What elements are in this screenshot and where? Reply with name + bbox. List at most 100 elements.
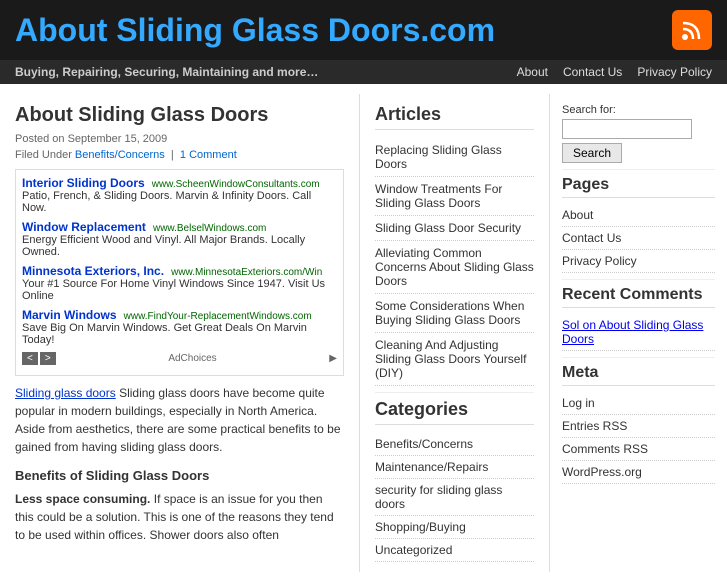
nav-about[interactable]: About [517, 65, 548, 79]
middle-column: Articles Replacing Sliding Glass Doors W… [360, 94, 550, 572]
ad-url-4: www.FindYour-ReplacementWindows.com [124, 311, 312, 322]
list-item: Contact Us [562, 227, 715, 250]
ad-link-3[interactable]: Minnesota Exteriors, Inc. [22, 264, 164, 278]
category-link[interactable]: Benefits/Concerns [75, 149, 165, 161]
list-item: Comments RSS [562, 438, 715, 461]
ad-desc-1: Patio, French, & Sliding Doors. Marvin &… [22, 190, 337, 214]
meta-list: Log in Entries RSS Comments RSS WordPres… [562, 392, 715, 484]
category-link-1[interactable]: Benefits/Concerns [375, 437, 473, 451]
page-link-about[interactable]: About [562, 208, 593, 222]
categories-heading: Categories [375, 399, 534, 425]
list-item: WordPress.org [562, 461, 715, 484]
navbar: Buying, Repairing, Securing, Maintaining… [0, 60, 727, 84]
category-link-5[interactable]: Uncategorized [375, 543, 452, 557]
category-link-4[interactable]: Shopping/Buying [375, 520, 466, 534]
nav-privacy[interactable]: Privacy Policy [637, 65, 712, 79]
ad-desc-2: Energy Efficient Wood and Vinyl. All Maj… [22, 234, 337, 258]
category-link-3[interactable]: security for sliding glass doors [375, 483, 502, 511]
tagline: Buying, Repairing, Securing, Maintaining… [15, 65, 318, 79]
main-container: About Sliding Glass Doors Posted on Sept… [0, 84, 727, 582]
post-title: About Sliding Glass Doors [15, 104, 344, 127]
divider [562, 357, 715, 358]
pages-list: About Contact Us Privacy Policy [562, 204, 715, 273]
ad-item-1: Interior Sliding Doors www.ScheenWindowC… [22, 176, 337, 214]
recent-comments-list: Sol on About Sliding Glass Doors [562, 314, 715, 351]
list-item: Replacing Sliding Glass Doors [375, 138, 534, 177]
ad-prev-button[interactable]: < [22, 352, 38, 365]
site-header: About Sliding Glass Doors.com [0, 0, 727, 60]
ad-url-1: www.ScheenWindowConsultants.com [152, 179, 320, 190]
list-item: About [562, 204, 715, 227]
list-item: Shopping/Buying [375, 516, 534, 539]
article-link-4[interactable]: Alleviating Common Concerns About Slidin… [375, 246, 534, 288]
articles-heading: Articles [375, 104, 534, 130]
list-item: Log in [562, 392, 715, 415]
ad-link-4[interactable]: Marvin Windows [22, 308, 117, 322]
categories-list: Benefits/Concerns Maintenance/Repairs se… [375, 433, 534, 562]
site-title[interactable]: About Sliding Glass Doors.com [15, 12, 495, 49]
article-link-2[interactable]: Window Treatments For Sliding Glass Door… [375, 182, 502, 210]
list-item: security for sliding glass doors [375, 479, 534, 516]
rss-icon[interactable] [672, 10, 712, 50]
article-link-3[interactable]: Sliding Glass Door Security [375, 221, 521, 235]
recent-comment-link-1[interactable]: Sol on About Sliding Glass Doors [562, 318, 703, 346]
list-item: Cleaning And Adjusting Sliding Glass Doo… [375, 333, 534, 386]
comment-link[interactable]: 1 Comment [180, 149, 237, 161]
ad-item-3: Minnesota Exteriors, Inc. www.MinnesotaE… [22, 264, 337, 302]
benefits-heading: Benefits of Sliding Glass Doors [15, 466, 344, 486]
ad-block: Interior Sliding Doors www.ScheenWindowC… [15, 169, 344, 376]
ad-item-2: Window Replacement www.BelselWindows.com… [22, 220, 337, 258]
search-section: Search for: Search [562, 104, 715, 163]
divider [562, 279, 715, 280]
page-link-privacy[interactable]: Privacy Policy [562, 254, 637, 268]
article-body: Sliding glass doors Sliding glass doors … [15, 384, 344, 544]
ad-item-4: Marvin Windows www.FindYour-ReplacementW… [22, 308, 337, 346]
ad-link-2[interactable]: Window Replacement [22, 220, 146, 234]
body-link-sliding[interactable]: Sliding glass doors [15, 386, 116, 400]
search-input[interactable] [562, 119, 692, 139]
sidebar: Search for: Search Pages About Contact U… [550, 94, 727, 572]
recent-comments-heading: Recent Comments [562, 286, 715, 308]
ad-url-2: www.BelselWindows.com [153, 223, 266, 234]
divider [375, 392, 534, 393]
ad-choices: AdChoices [168, 353, 216, 364]
divider [562, 169, 715, 170]
ad-link-1[interactable]: Interior Sliding Doors [22, 176, 145, 190]
list-item: Privacy Policy [562, 250, 715, 273]
ad-arrows: < > [22, 352, 56, 365]
ad-choices-icon: ▶ [329, 353, 337, 364]
search-label: Search for: [562, 104, 715, 116]
list-item: Some Considerations When Buying Sliding … [375, 294, 534, 333]
list-item: Window Treatments For Sliding Glass Door… [375, 177, 534, 216]
ad-desc-4: Save Big On Marvin Windows. Get Great De… [22, 322, 337, 346]
meta-login[interactable]: Log in [562, 396, 595, 410]
search-button[interactable]: Search [562, 143, 622, 163]
nav-links: About Contact Us Privacy Policy [517, 65, 712, 79]
meta-comments-rss[interactable]: Comments RSS [562, 442, 648, 456]
list-item: Benefits/Concerns [375, 433, 534, 456]
ad-url-3: www.MinnesotaExteriors.com/Win [171, 267, 322, 278]
list-item: Sliding Glass Door Security [375, 216, 534, 241]
list-item: Sol on About Sliding Glass Doors [562, 314, 715, 351]
ad-desc-3: Your #1 Source For Home Vinyl Windows Si… [22, 278, 337, 302]
list-item: Maintenance/Repairs [375, 456, 534, 479]
meta-heading: Meta [562, 364, 715, 386]
meta-wordpress[interactable]: WordPress.org [562, 465, 642, 479]
category-link-2[interactable]: Maintenance/Repairs [375, 460, 488, 474]
ad-next-button[interactable]: > [40, 352, 56, 365]
content-area: About Sliding Glass Doors Posted on Sept… [0, 94, 360, 572]
nav-contact[interactable]: Contact Us [563, 65, 622, 79]
list-item: Uncategorized [375, 539, 534, 562]
article-link-6[interactable]: Cleaning And Adjusting Sliding Glass Doo… [375, 338, 526, 380]
post-filed: Filed Under Benefits/Concerns | 1 Commen… [15, 149, 344, 161]
list-item: Entries RSS [562, 415, 715, 438]
post-date: Posted on September 15, 2009 [15, 133, 344, 145]
meta-entries-rss[interactable]: Entries RSS [562, 419, 627, 433]
list-item: Alleviating Common Concerns About Slidin… [375, 241, 534, 294]
article-link-1[interactable]: Replacing Sliding Glass Doors [375, 143, 502, 171]
page-link-contact[interactable]: Contact Us [562, 231, 621, 245]
article-link-5[interactable]: Some Considerations When Buying Sliding … [375, 299, 524, 327]
pages-heading: Pages [562, 176, 715, 198]
benefit1: Less space consuming. If space is an iss… [15, 490, 344, 544]
articles-list: Replacing Sliding Glass Doors Window Tre… [375, 138, 534, 386]
